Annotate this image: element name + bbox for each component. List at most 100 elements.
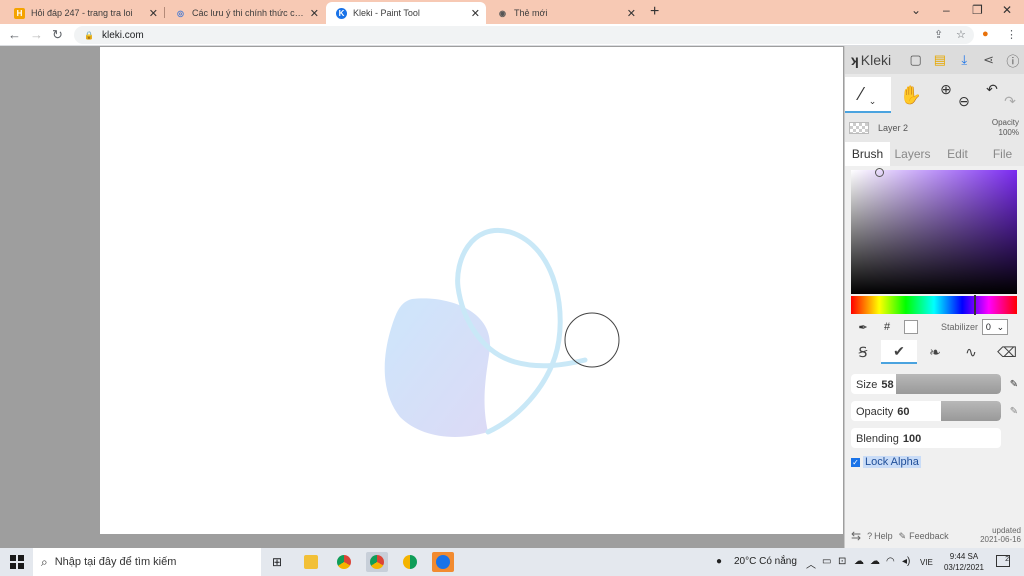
lock-alpha-label: Lock Alpha <box>863 456 921 468</box>
tab-edit[interactable]: Edit <box>935 142 980 166</box>
close-window-button[interactable]: ✕ <box>1002 3 1012 17</box>
hue-cursor[interactable] <box>973 295 976 315</box>
blending-slider[interactable]: Blending 100 <box>851 428 1001 448</box>
tab-search-icon[interactable]: ⌄ <box>911 3 921 17</box>
swap-ui-icon[interactable]: ⇆ <box>851 529 861 543</box>
download-icon[interactable]: ⤓ <box>952 52 976 68</box>
share-icon[interactable]: ⇪ <box>934 28 943 41</box>
volume-icon[interactable]: ◂) <box>902 556 910 567</box>
notification-center-icon[interactable]: 2 <box>996 555 1010 567</box>
weather-sun-icon[interactable]: ● <box>716 556 722 567</box>
weather-text[interactable]: 20°C Có nắng <box>734 556 797 567</box>
lock-alpha-checkbox[interactable]: ✓ Lock Alpha <box>851 456 921 468</box>
color-swatch[interactable] <box>899 318 923 336</box>
hue-slider[interactable] <box>851 295 1017 315</box>
language-indicator[interactable]: VIE <box>920 558 933 567</box>
undo-icon: ↶ <box>986 80 998 97</box>
reload-icon[interactable]: ↻ <box>52 27 63 43</box>
sv-cursor[interactable] <box>875 168 885 178</box>
tab-layers[interactable]: Layers <box>890 142 935 166</box>
hand-tool-button[interactable]: ✋ <box>891 77 931 113</box>
checkbox-checked-icon[interactable]: ✓ <box>851 457 860 467</box>
tab-brush[interactable]: Brush <box>845 142 890 166</box>
help-icon[interactable]: ⓘ <box>1001 51 1024 70</box>
tab-kleki[interactable]: K Kleki - Paint Tool ✕ <box>326 2 486 24</box>
onedrive-icon[interactable]: ☁ <box>854 556 864 567</box>
stabilizer-value: 0 <box>985 322 991 332</box>
meet-now-icon[interactable]: ⊡ <box>838 556 846 567</box>
eraser-button[interactable]: ⌫ <box>989 340 1024 364</box>
bookmark-star-icon[interactable]: ☆ <box>956 28 966 41</box>
windows-start-icon[interactable] <box>10 555 24 569</box>
battery-icon[interactable]: ▭ <box>822 556 831 567</box>
feedback-icon: ✎ <box>898 530 907 541</box>
current-layer[interactable]: Layer 2 Opacity 100% <box>845 116 1024 140</box>
hex-input-button[interactable]: # <box>875 318 899 336</box>
address-bar[interactable]: 🔒 kleki.com <box>74 26 974 44</box>
updated-date: 2021-06-16 <box>980 535 1021 544</box>
tab-hoidap[interactable]: H Hỏi đáp 247 - trang tra loi ✕ <box>4 2 164 24</box>
taskbar-search-placeholder: Nhập tại đây để tìm kiếm <box>54 556 177 568</box>
size-slider[interactable]: Size 58 <box>851 374 1001 394</box>
new-image-icon[interactable]: ▢ <box>903 52 927 68</box>
minimize-button[interactable]: – <box>943 3 950 17</box>
blend-brush-button[interactable]: ✔ <box>881 340 917 364</box>
saturation-value-picker[interactable] <box>851 168 1017 294</box>
stabilizer-select[interactable]: 0 ⌄ <box>982 319 1009 335</box>
pen-brush-icon: Ꞩ <box>858 343 868 360</box>
close-tab-icon[interactable]: ✕ <box>471 7 480 20</box>
show-hidden-icons-icon[interactable]: ︿ <box>806 556 816 571</box>
eyedropper-button[interactable]: ✒ <box>851 318 875 336</box>
brush-tool-button[interactable]: ⁄ ⌄ <box>845 77 891 113</box>
share-icon[interactable]: ⋖ <box>976 52 1000 68</box>
feedback-button[interactable]: ✎ Feedback <box>899 531 949 542</box>
tab-cac-luu-y[interactable]: ◎ Các lưu ý thi chính thức cấp trườ ✕ <box>165 2 325 24</box>
close-tab-icon[interactable]: ✕ <box>310 7 319 20</box>
taskbar-search[interactable]: ⌕ Nhập tại đây để tìm kiếm <box>33 548 261 576</box>
task-view-icon[interactable]: ⊞ <box>266 552 288 572</box>
back-icon[interactable]: ← <box>8 27 21 42</box>
app-s-icon[interactable] <box>432 552 454 572</box>
pen-pressure-size-icon[interactable]: ✎ <box>1007 377 1021 391</box>
zoom-out-icon: ⊖ <box>958 92 970 109</box>
close-tab-icon[interactable]: ✕ <box>149 7 158 20</box>
updated-info[interactable]: updated 2021-06-16 <box>980 526 1021 544</box>
menu-kebab-icon[interactable]: ⋮ <box>1006 28 1017 41</box>
wifi-icon[interactable]: ◠ <box>886 556 895 567</box>
lock-icon[interactable]: 🔒 <box>84 31 94 40</box>
new-tab-button[interactable]: + <box>650 3 659 21</box>
zoom-in-button[interactable]: ⊕ <box>937 71 955 107</box>
tab-title: Thẻ mới <box>514 8 548 18</box>
opacity-slider[interactable]: Opacity 60 <box>851 401 1001 421</box>
close-tab-icon[interactable]: ✕ <box>627 7 636 20</box>
drawing-canvas[interactable] <box>100 47 843 534</box>
pixel-brush-button[interactable]: ∿ <box>953 340 989 364</box>
tab-file[interactable]: File <box>980 142 1024 166</box>
file-explorer-icon[interactable] <box>300 552 322 572</box>
brand-name: Kleki <box>860 52 892 68</box>
profile-avatar-icon[interactable]: ● <box>982 28 989 40</box>
pen-brush-button[interactable]: Ꞩ <box>845 340 881 364</box>
open-folder-icon[interactable]: ▤ <box>928 52 952 68</box>
redo-button[interactable]: ↷ <box>1001 83 1019 119</box>
zoom-out-button[interactable]: ⊖ <box>955 83 973 119</box>
cloud-icon[interactable]: ☁ <box>870 556 880 567</box>
chrome-profile-icon[interactable] <box>366 552 388 572</box>
maximize-button[interactable]: ❐ <box>972 3 983 17</box>
blending-slider-label: Blending 100 <box>856 433 922 445</box>
kleki-side-panel: ʞ Kleki ▢ ▤ ⤓ ⋖ ⓘ ⁄ ⌄ ✋ ⊕ ⊖ ↶ ↷ Layer 2 <box>844 46 1024 548</box>
system-clock[interactable]: 9:44 SA 03/12/2021 <box>935 551 993 573</box>
tab-the-moi[interactable]: ◉ Thẻ mới ✕ <box>487 2 642 24</box>
help-button[interactable]: ? Help <box>867 531 893 541</box>
size-slider-track <box>896 374 1001 394</box>
chrome-alt-icon[interactable] <box>399 552 421 572</box>
hand-icon: ✋ <box>899 84 923 105</box>
chrome-icon[interactable] <box>333 552 355 572</box>
forward-icon[interactable]: → <box>30 27 43 42</box>
pen-pressure-opacity-icon[interactable]: ✎ <box>1007 404 1021 418</box>
browser-toolbar: ← → ↻ 🔒 kleki.com ⇪ ☆ ● ⋮ <box>0 24 1024 46</box>
eyedropper-icon: ✒ <box>858 321 868 334</box>
sketchy-brush-button[interactable]: ❧ <box>917 340 953 364</box>
chevron-down-icon[interactable]: ⌄ <box>869 96 877 107</box>
undo-button[interactable]: ↶ <box>983 71 1001 107</box>
